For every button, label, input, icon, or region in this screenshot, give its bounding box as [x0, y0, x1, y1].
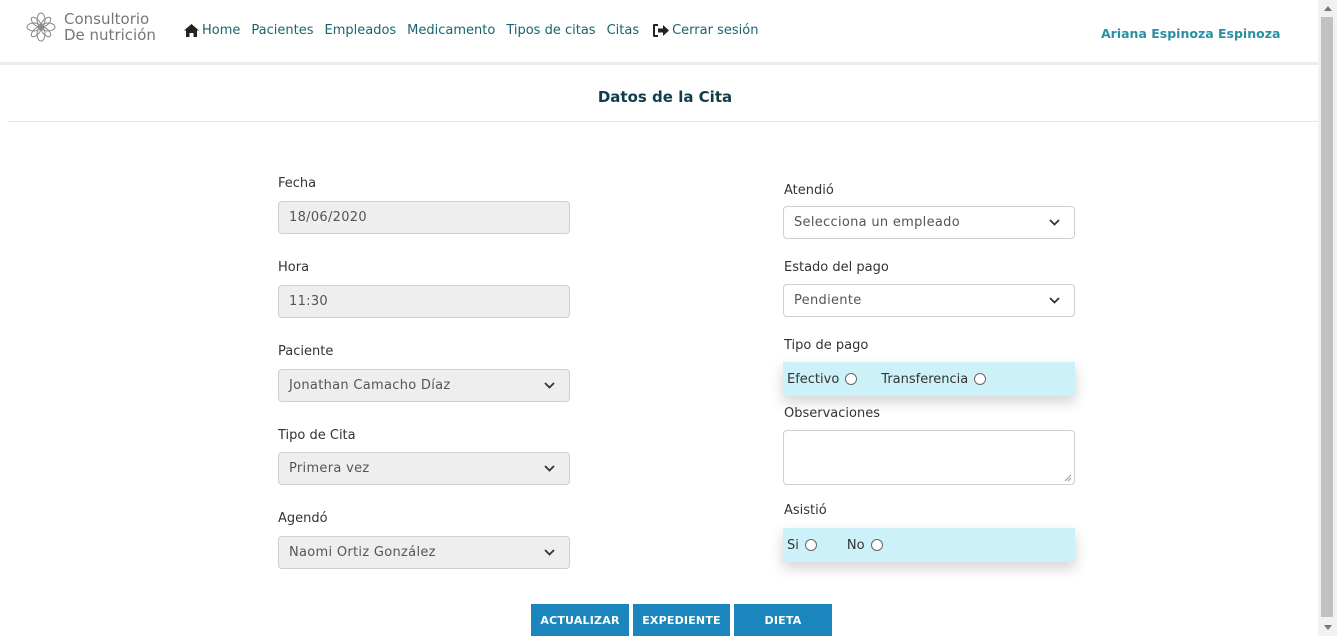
radio-transferencia-label: Transferencia [881, 371, 969, 387]
paciente-select[interactable]: Jonathan Camacho Díaz [278, 369, 570, 402]
fecha-value: 18/06/2020 [289, 210, 367, 225]
asistio-radio-group: Si No [783, 528, 1075, 562]
nav-home-label: Home [202, 23, 241, 38]
hora-label: Hora [278, 260, 310, 275]
radio-no[interactable]: No [847, 538, 883, 553]
estado-pago-select[interactable]: Pendiente [783, 284, 1075, 317]
title-divider [8, 121, 1318, 122]
logout-icon [653, 24, 670, 37]
fecha-label: Fecha [278, 176, 317, 191]
nav-logout-label: Cerrar sesión [672, 23, 759, 38]
home-icon [184, 24, 199, 37]
fecha-field[interactable]: 18/06/2020 [278, 201, 570, 234]
flower-logo-icon [26, 12, 56, 42]
nav-medicamento[interactable]: Medicamento [407, 23, 495, 38]
radio-no-label: No [846, 537, 865, 553]
nav-home[interactable]: Home [184, 23, 240, 38]
estado-pago-label: Estado del pago [784, 260, 889, 275]
agendo-select[interactable]: Naomi Ortiz González [278, 536, 570, 569]
tipo-pago-label: Tipo de pago [784, 338, 869, 353]
tipo-pago-radio-group: Efectivo Transferencia [783, 362, 1075, 396]
radio-si-label: Si [787, 537, 799, 553]
radio-si[interactable]: Si [787, 538, 817, 553]
expediente-button[interactable]: EXPEDIENTE [633, 604, 730, 636]
hora-value: 11:30 [289, 294, 328, 309]
chevron-down-icon [544, 465, 555, 472]
scroll-up-icon[interactable] [1324, 6, 1332, 11]
estado-pago-value: Pendiente [794, 293, 862, 308]
tipo-cita-select[interactable]: Primera vez [278, 452, 570, 485]
page-title: Datos de la Cita [597, 88, 733, 106]
nav-citas[interactable]: Citas [607, 23, 640, 38]
radio-si-input[interactable] [804, 539, 817, 551]
atendio-label: Atendió [784, 183, 834, 198]
brand-logo[interactable]: Consultorio De nutrición [24, 10, 156, 44]
agendo-label: Agendó [278, 511, 328, 526]
brand-line1: Consultorio [64, 10, 150, 28]
chevron-down-icon [544, 549, 555, 556]
scroll-down-icon[interactable] [1324, 625, 1332, 630]
actualizar-button[interactable]: ACTUALIZAR [531, 604, 629, 636]
scrollbar-thumb[interactable] [1321, 17, 1333, 617]
dieta-button[interactable]: DIETA [734, 604, 832, 636]
current-user-name[interactable]: Ariana Espinoza Espinoza [1101, 26, 1280, 41]
hora-field[interactable]: 11:30 [278, 285, 570, 318]
nav-logout[interactable]: Cerrar sesión [653, 23, 758, 38]
asistio-label: Asistió [784, 503, 827, 518]
radio-no-input[interactable] [870, 539, 883, 551]
tipo-cita-label: Tipo de Cita [278, 428, 356, 443]
chevron-down-icon [1049, 219, 1060, 226]
radio-transferencia-input[interactable] [974, 373, 987, 385]
navbar: Consultorio De nutrición Home Pacientes … [0, 0, 1318, 65]
resize-grip-icon[interactable] [1064, 474, 1072, 482]
nav-menu: Home Pacientes Empleados Medicamento Tip… [184, 23, 769, 38]
chevron-down-icon [1049, 297, 1060, 304]
nav-pacientes[interactable]: Pacientes [251, 23, 313, 38]
brand-name: Consultorio De nutrición [64, 11, 156, 43]
atendio-value: Selecciona un empleado [794, 215, 960, 230]
radio-efectivo-input[interactable] [845, 373, 858, 385]
nav-empleados[interactable]: Empleados [324, 23, 396, 38]
tipo-cita-value: Primera vez [289, 461, 370, 476]
radio-transferencia[interactable]: Transferencia [881, 371, 987, 387]
radio-efectivo[interactable]: Efectivo [787, 371, 858, 387]
paciente-value: Jonathan Camacho Díaz [289, 378, 451, 393]
observaciones-label: Observaciones [784, 406, 880, 421]
brand-line2: De nutrición [64, 26, 156, 44]
chevron-down-icon [544, 382, 555, 389]
nav-tipos-citas[interactable]: Tipos de citas [506, 23, 595, 38]
atendio-select[interactable]: Selecciona un empleado [783, 206, 1075, 239]
vertical-scrollbar[interactable] [1318, 0, 1337, 636]
observaciones-textarea[interactable] [783, 430, 1075, 485]
paciente-label: Paciente [278, 344, 334, 359]
agendo-value: Naomi Ortiz González [289, 545, 436, 560]
radio-efectivo-label: Efectivo [787, 371, 840, 387]
